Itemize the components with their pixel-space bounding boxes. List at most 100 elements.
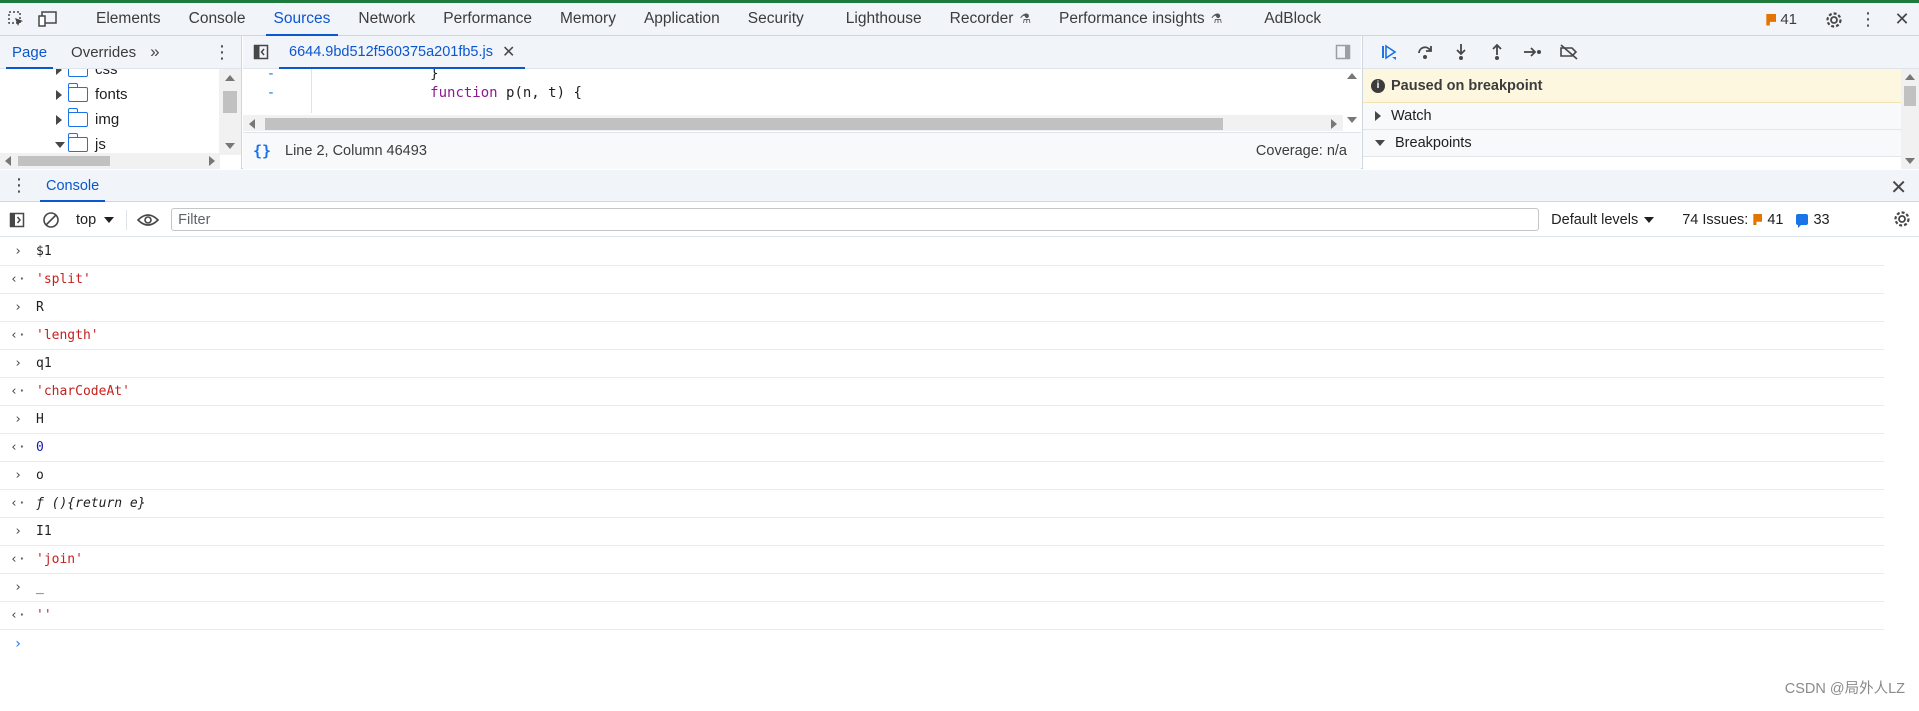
- console-input-row[interactable]: › _: [0, 574, 1884, 602]
- drawer-header: ⋮ Console ✕: [0, 170, 1919, 202]
- console-settings-gear-icon[interactable]: [1893, 210, 1911, 233]
- live-expression-eye-icon[interactable]: [131, 203, 165, 237]
- tree-item-css[interactable]: css: [0, 69, 220, 82]
- console-result-row[interactable]: ‹· 'split': [0, 266, 1884, 294]
- experimental-flask-icon: ⚗: [1210, 11, 1223, 26]
- console-input-row[interactable]: › R: [0, 294, 1884, 322]
- console-result-row[interactable]: ‹· 'charCodeAt': [0, 378, 1884, 406]
- tab-adblock[interactable]: AdBlock: [1250, 3, 1335, 36]
- context-selector[interactable]: top: [68, 212, 122, 228]
- tree-item-fonts[interactable]: fonts: [0, 82, 220, 107]
- expand-arrow-icon: [56, 114, 62, 125]
- console-result-row[interactable]: ‹· 0: [0, 434, 1884, 462]
- breakpoints-section[interactable]: Breakpoints: [1363, 130, 1919, 157]
- coverage-status[interactable]: Coverage: n/a: [1256, 143, 1347, 159]
- input-chevron-icon: ›: [14, 468, 22, 483]
- editor-vertical-scrollbar[interactable]: [1343, 69, 1361, 131]
- close-devtools-icon[interactable]: ✕: [1885, 3, 1919, 36]
- navigator-vertical-scrollbar[interactable]: [219, 69, 241, 155]
- tab-application[interactable]: Application: [630, 3, 734, 36]
- tree-item-js[interactable]: js: [0, 132, 220, 155]
- tree-item-img[interactable]: img: [0, 107, 220, 132]
- result-arrow-icon: ‹·: [10, 608, 26, 623]
- toggle-navigator-icon[interactable]: [243, 44, 279, 60]
- step-into-icon[interactable]: [1443, 36, 1479, 69]
- close-drawer-icon[interactable]: ✕: [1890, 175, 1907, 200]
- drawer-tab-console[interactable]: Console: [38, 170, 107, 202]
- console-input-row[interactable]: › H: [0, 406, 1884, 434]
- close-tab-icon[interactable]: ✕: [502, 42, 515, 62]
- editor-pane: 6644.9bd512f560375a201fb5.js ✕ - } - fun…: [243, 36, 1361, 169]
- code-view[interactable]: - } - function p(n, t) {: [243, 69, 1361, 113]
- console-input-row[interactable]: › I1: [0, 518, 1884, 546]
- navigator-horizontal-scrollbar[interactable]: [0, 153, 220, 169]
- step-over-icon[interactable]: [1407, 36, 1443, 69]
- result-arrow-icon: ‹·: [10, 384, 26, 399]
- console-output[interactable]: › $1 ‹·'split' › R ‹·'length' › q1 ‹·'charCodeAt…: [0, 238, 1884, 658]
- more-tabs-chevron-icon[interactable]: »: [150, 42, 159, 62]
- navigator-tab-page[interactable]: Page: [0, 36, 59, 69]
- input-chevron-icon: ›: [14, 244, 22, 259]
- tab-performance-insights[interactable]: Performance insights ⚗: [1045, 3, 1236, 36]
- console-text: 'split': [36, 272, 91, 287]
- more-options-icon[interactable]: ⋮: [1851, 3, 1885, 36]
- tab-recorder[interactable]: Recorder ⚗: [936, 3, 1045, 36]
- console-result-row[interactable]: ‹· 'length': [0, 322, 1884, 350]
- console-text: 'join': [36, 552, 83, 567]
- console-result-row[interactable]: ‹· 'join': [0, 546, 1884, 574]
- debugger-scrollbar[interactable]: [1901, 69, 1919, 169]
- debugger-pane: i Paused on breakpoint Watch Breakpoints: [1362, 36, 1919, 169]
- prompt-chevron-icon: ›: [13, 636, 23, 652]
- toggle-debugger-icon[interactable]: [1335, 44, 1351, 64]
- dropdown-caret-icon: [1644, 216, 1655, 223]
- inspect-element-icon[interactable]: [0, 3, 32, 35]
- info-icon: i: [1371, 78, 1385, 93]
- drawer-menu-icon[interactable]: ⋮: [0, 175, 38, 196]
- deactivate-breakpoints-icon[interactable]: [1551, 36, 1587, 69]
- device-toolbar-icon[interactable]: [32, 3, 64, 35]
- tab-sources[interactable]: Sources: [260, 3, 345, 36]
- issues-badge[interactable]: 41: [1766, 11, 1797, 28]
- tab-elements[interactable]: Elements: [82, 3, 175, 36]
- code-line: - function p(n, t) {: [266, 85, 582, 101]
- clear-console-icon[interactable]: [34, 203, 68, 237]
- console-text: ƒ (){return e}: [36, 496, 146, 511]
- filter-input[interactable]: Filter: [171, 208, 1540, 231]
- console-result-row[interactable]: ‹· '': [0, 602, 1884, 630]
- console-text: I1: [36, 524, 52, 539]
- editor-horizontal-scrollbar[interactable]: [243, 115, 1343, 131]
- navigator-tab-overrides[interactable]: Overrides: [59, 36, 148, 69]
- watch-section[interactable]: Watch: [1363, 103, 1919, 130]
- input-chevron-icon: ›: [14, 356, 22, 371]
- console-input-row[interactable]: › q1: [0, 350, 1884, 378]
- input-chevron-icon: ›: [14, 580, 22, 595]
- tab-security[interactable]: Security: [734, 3, 818, 36]
- tab-lighthouse[interactable]: Lighthouse: [832, 3, 936, 36]
- console-text: R: [36, 300, 44, 315]
- pretty-print-icon[interactable]: {}: [243, 142, 281, 160]
- step-out-icon[interactable]: [1479, 36, 1515, 69]
- step-icon[interactable]: [1515, 36, 1551, 69]
- console-result-row[interactable]: ‹· ƒ (){return e}: [0, 490, 1884, 518]
- tab-memory[interactable]: Memory: [546, 3, 630, 36]
- issues-counter[interactable]: 74 Issues: 41 33: [1682, 212, 1830, 228]
- console-text: q1: [36, 356, 52, 371]
- expand-arrow-icon: [56, 69, 62, 75]
- collapse-arrow-icon: [55, 141, 65, 148]
- tab-console[interactable]: Console: [175, 3, 260, 36]
- settings-gear-icon[interactable]: [1817, 3, 1851, 36]
- navigator-menu-icon[interactable]: ⋮: [213, 42, 231, 63]
- console-input-row[interactable]: › $1: [0, 238, 1884, 266]
- tab-performance[interactable]: Performance: [429, 3, 546, 36]
- folder-icon: [67, 133, 88, 152]
- folder-icon: [67, 83, 88, 102]
- log-levels-dropdown[interactable]: Default levels: [1551, 212, 1655, 228]
- editor-file-tab[interactable]: 6644.9bd512f560375a201fb5.js ✕: [279, 36, 526, 69]
- console-input-row[interactable]: › o: [0, 462, 1884, 490]
- resume-icon[interactable]: [1371, 36, 1407, 69]
- console-prompt[interactable]: ›: [0, 630, 1884, 658]
- devtools-tabbar: Elements Console Sources Network Performance…: [0, 3, 1919, 36]
- show-sidebar-icon[interactable]: [0, 203, 34, 237]
- tab-network[interactable]: Network: [344, 3, 429, 36]
- result-arrow-icon: ‹·: [10, 328, 26, 343]
